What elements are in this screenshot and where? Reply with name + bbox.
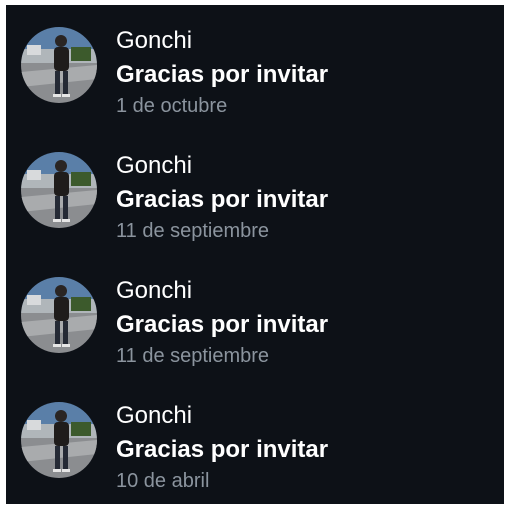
message-date: 1 de octubre: [116, 95, 228, 117]
message-preview: Gracias por invitar: [116, 186, 329, 213]
message-date: 11 de septiembre: [116, 220, 270, 242]
avatar[interactable]: [21, 152, 97, 228]
avatar-photo: [21, 152, 97, 228]
sender-name: Gonchi: [116, 152, 193, 179]
avatar-photo: [21, 277, 97, 353]
message-date: 10 de abril: [116, 470, 210, 492]
avatar-photo: [21, 402, 97, 478]
avatar-photo: [21, 27, 97, 103]
list-item[interactable]: Gonchi Gracias por invitar 11 de septiem…: [6, 265, 504, 385]
list-item[interactable]: Gonchi Gracias por invitar 10 de abril: [6, 390, 504, 510]
avatar[interactable]: [21, 277, 97, 353]
message-preview: Gracias por invitar: [116, 436, 329, 463]
avatar[interactable]: [21, 402, 97, 478]
avatar[interactable]: [21, 27, 97, 103]
message-preview: Gracias por invitar: [116, 61, 329, 88]
message-list: Gonchi Gracias por invitar 1 de octubre …: [6, 5, 504, 504]
list-item[interactable]: Gonchi Gracias por invitar 1 de octubre: [6, 15, 504, 135]
sender-name: Gonchi: [116, 402, 193, 429]
list-item[interactable]: Gonchi Gracias por invitar 11 de septiem…: [6, 140, 504, 260]
sender-name: Gonchi: [116, 27, 193, 54]
message-preview: Gracias por invitar: [116, 311, 329, 338]
message-date: 11 de septiembre: [116, 345, 270, 367]
sender-name: Gonchi: [116, 277, 193, 304]
